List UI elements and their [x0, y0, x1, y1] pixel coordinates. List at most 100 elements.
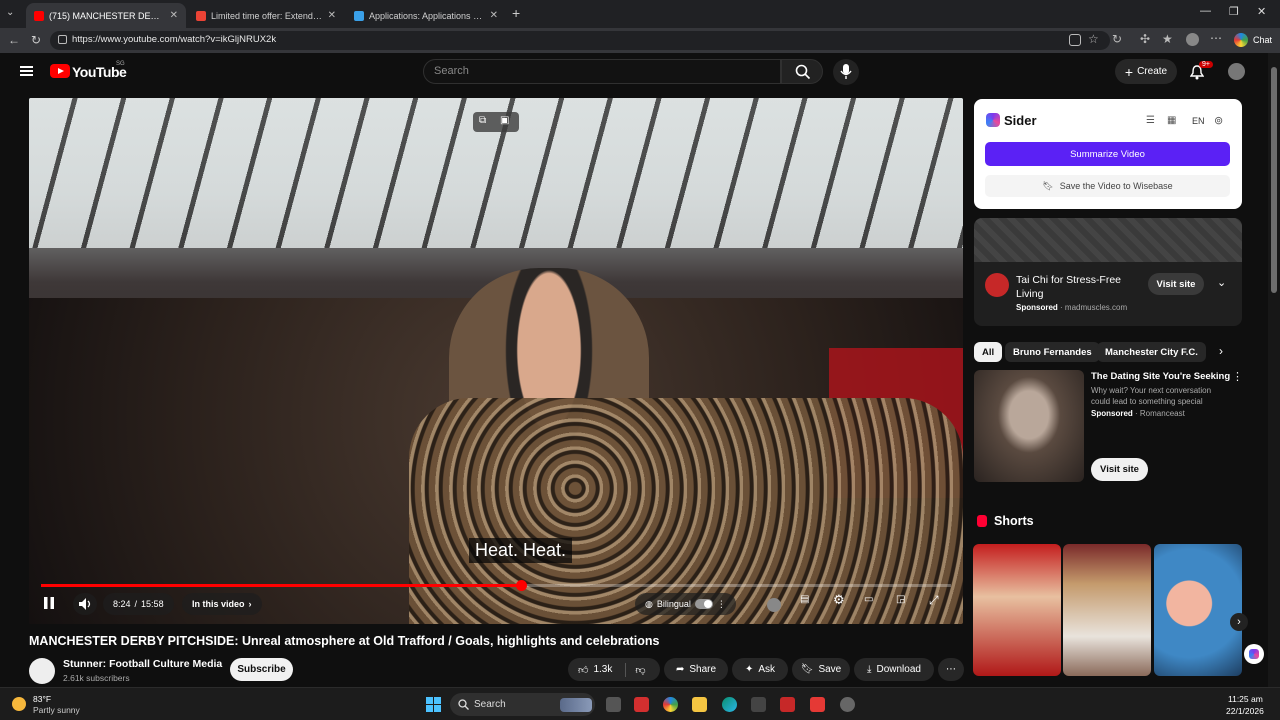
toggle-switch[interactable] [694, 599, 713, 609]
tab-azure[interactable]: Applications: Applications List - Az... … [346, 3, 506, 28]
new-tab-button[interactable]: + [512, 5, 520, 21]
task-view-icon[interactable] [606, 697, 621, 712]
store-icon[interactable] [751, 697, 766, 712]
thumbs-up-icon[interactable]: 👍︎ [578, 664, 588, 676]
ad2-title[interactable]: The Dating Site You're Seeking [1091, 371, 1230, 382]
pip-icon[interactable]: ⧉ [479, 115, 486, 126]
progress-bar[interactable] [41, 580, 951, 591]
list-icon[interactable]: ☰ [1146, 115, 1155, 126]
taskbar-search[interactable]: Search [450, 693, 595, 716]
reload-icon[interactable]: ↻ [31, 33, 41, 47]
ask-button[interactable]: ✦ Ask [732, 658, 788, 681]
subscribe-button[interactable]: Subscribe [230, 658, 293, 681]
sider-float-button[interactable] [1244, 644, 1264, 664]
weather-description[interactable]: Partly sunny [33, 705, 80, 715]
settings-app-icon[interactable] [840, 697, 855, 712]
chip-manchester-city[interactable]: Manchester City F.C. [1097, 342, 1206, 362]
fullscreen-icon[interactable]: ⤢ [929, 593, 939, 608]
favorites-icon[interactable]: ★ [1162, 32, 1173, 46]
short-thumbnail[interactable] [1154, 544, 1242, 676]
close-icon[interactable]: ✕ [328, 10, 336, 21]
channel-name[interactable]: Stunner: Football Culture Media [63, 658, 222, 670]
back-icon[interactable]: ← [8, 33, 20, 47]
voice-search-button[interactable] [833, 59, 859, 85]
site-info-icon[interactable] [58, 35, 67, 44]
summarize-video-button[interactable]: Summarize Video [985, 142, 1230, 166]
youtube-logo-icon[interactable] [50, 64, 70, 78]
language-selector[interactable]: EN [1192, 116, 1205, 126]
save-button[interactable]: 🔖︎ Save [792, 658, 850, 681]
short-thumbnail[interactable] [1063, 544, 1151, 676]
user-avatar[interactable] [1228, 63, 1245, 80]
advertiser-logo[interactable] [985, 273, 1009, 297]
sider-settings-icon[interactable]: ⊚ [1214, 114, 1223, 127]
app-install-icon[interactable] [1069, 34, 1081, 46]
shorts-next-button[interactable]: › [1230, 613, 1248, 631]
tab-youtube[interactable]: (715) MANCHESTER DERBY PITCHSIDE ✕ [26, 3, 186, 28]
copilot-icon[interactable] [1234, 33, 1248, 47]
bilingual-toggle[interactable]: ◍ Bilingual ⋮ [635, 593, 736, 615]
app-w-icon[interactable] [810, 697, 825, 712]
save-to-wisebase-button[interactable]: 🔖︎ Save the Video to Wisebase [985, 175, 1230, 197]
ad-banner-image[interactable] [974, 218, 1242, 262]
video-overlay-buttons[interactable]: ⧉ ▣ [473, 112, 519, 132]
search-input[interactable] [423, 59, 781, 84]
download-button[interactable]: ⤓ Download [854, 658, 934, 681]
url-text[interactable]: https://www.youtube.com/watch?v=ikGljNRU… [72, 34, 276, 45]
settings-icon[interactable]: ⚙ [833, 592, 845, 608]
create-button[interactable]: + Create [1115, 59, 1177, 84]
copilot-app-icon[interactable] [663, 697, 678, 712]
screenshot-icon[interactable]: ▣ [500, 115, 509, 126]
pause-button[interactable] [42, 596, 56, 613]
file-explorer-icon[interactable] [692, 697, 707, 712]
weather-icon[interactable] [12, 697, 26, 711]
app-l-icon[interactable] [634, 697, 649, 712]
chat-label[interactable]: Chat [1253, 35, 1272, 45]
more-icon[interactable]: ⋯ [1210, 31, 1222, 45]
like-count[interactable]: 1.3k [593, 664, 612, 675]
in-this-video-button[interactable]: In this video › [182, 593, 262, 615]
search-button[interactable] [781, 59, 823, 84]
ad-title[interactable]: Tai Chi for Stress-Free Living [1016, 273, 1136, 301]
maximize-icon[interactable]: ❐ [1229, 5, 1239, 18]
theater-mode-icon[interactable]: ▭ [864, 594, 873, 605]
extensions-icon[interactable]: ✣ [1140, 32, 1150, 46]
chevron-right-icon[interactable]: › [1219, 344, 1223, 358]
more-vert-icon[interactable]: ⋮ [717, 599, 726, 610]
chip-all[interactable]: All [974, 342, 1003, 362]
chip-bruno-fernandes[interactable]: Bruno Fernandes [1005, 342, 1100, 362]
page-scrollbar[interactable] [1268, 53, 1280, 687]
share-button[interactable]: ➦ Share [664, 658, 728, 681]
captions-icon[interactable]: ▤ [800, 594, 809, 605]
window-close-icon[interactable]: ✕ [1257, 5, 1266, 18]
start-button[interactable] [426, 697, 441, 712]
profile-icon[interactable] [1186, 33, 1199, 46]
video-player[interactable]: ⧉ ▣ Heat. Heat. 8:24 / 15:58 In this vid… [29, 98, 963, 624]
weather-temperature[interactable]: 83°F [33, 694, 51, 704]
scrollbar-thumb[interactable] [1271, 67, 1277, 293]
refresh-extension-icon[interactable]: ↻ [1112, 32, 1122, 46]
channel-avatar[interactable] [29, 658, 55, 684]
chevron-down-icon[interactable]: ⌄ [1217, 276, 1226, 289]
short-thumbnail[interactable] [973, 544, 1061, 676]
tab-gmail[interactable]: Limited time offer: Extend Your Te... ✕ [188, 3, 344, 28]
layout-icon[interactable]: ▦ [1167, 115, 1176, 126]
tab-search-icon[interactable]: ⌄ [6, 7, 14, 18]
app-shield-icon[interactable] [780, 697, 795, 712]
cast-icon[interactable]: ◲ [896, 594, 905, 605]
visit-site-button[interactable]: Visit site [1091, 458, 1148, 481]
progress-scrubber[interactable] [515, 580, 527, 591]
autoplay-icon[interactable] [767, 598, 781, 612]
edge-icon[interactable] [722, 697, 737, 712]
volume-button[interactable] [73, 593, 97, 615]
minimize-icon[interactable]: — [1200, 5, 1211, 17]
ad-thumbnail[interactable] [974, 370, 1084, 482]
visit-site-button[interactable]: Visit site [1148, 273, 1204, 295]
favorite-star-icon[interactable]: ☆ [1088, 32, 1099, 46]
more-vert-icon[interactable]: ⋮ [1232, 370, 1243, 383]
menu-icon[interactable] [20, 66, 33, 76]
close-icon[interactable]: ✕ [490, 10, 498, 21]
clock-time[interactable]: 11:25 am [1228, 694, 1263, 704]
thumbs-down-icon[interactable]: 👎︎ [635, 664, 645, 676]
close-icon[interactable]: ✕ [170, 10, 178, 21]
